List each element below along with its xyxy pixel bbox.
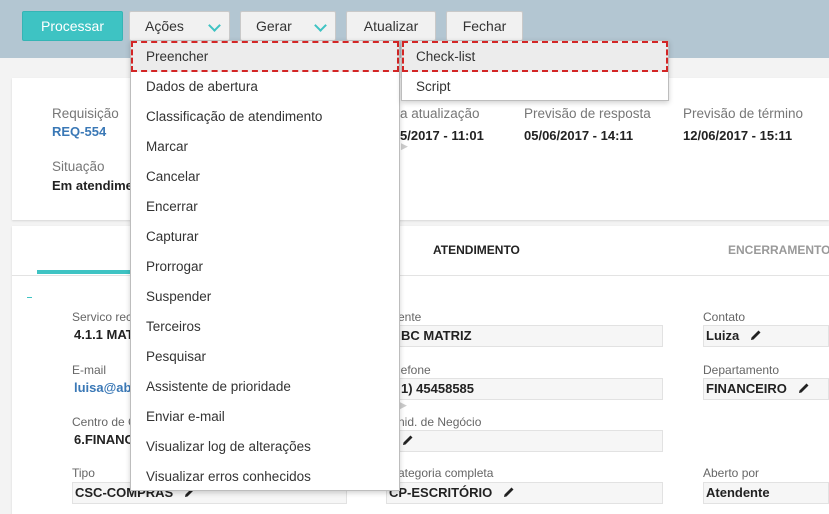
menu-item-classificacao[interactable]: Classificação de atendimento: [146, 109, 322, 124]
actions-label: Ações: [145, 18, 184, 34]
edit-pencil-icon[interactable]: [502, 485, 516, 499]
edit-pencil-icon[interactable]: [749, 328, 763, 342]
section-marker: [27, 297, 32, 298]
contato-field[interactable]: Luiza: [703, 325, 829, 347]
departamento-field[interactable]: FINANCEIRO: [703, 378, 829, 400]
categoria-field[interactable]: CP-ESCRITÓRIO: [386, 482, 663, 504]
update-button[interactable]: Atualizar: [346, 11, 436, 41]
cliente-label: ente: [398, 310, 422, 324]
edit-pencil-icon[interactable]: [797, 381, 811, 395]
aberto-por-field[interactable]: Atendente: [703, 482, 829, 504]
menu-item-marcar[interactable]: Marcar: [146, 139, 188, 154]
preencher-submenu: Check-list Script: [401, 40, 669, 101]
submenu-item-script[interactable]: Script: [416, 79, 451, 94]
close-button[interactable]: Fechar: [446, 11, 523, 41]
actions-menu: Preencher Dados de abertura Classificaçã…: [130, 40, 400, 491]
previsao-resposta-value: 05/06/2017 - 14:11: [524, 128, 634, 143]
edit-pencil-icon[interactable]: [401, 433, 415, 447]
departamento-value: FINANCEIRO: [706, 381, 787, 396]
menu-item-prorrogar[interactable]: Prorrogar: [146, 259, 203, 274]
menu-item-suspender[interactable]: Suspender: [146, 289, 211, 304]
chevron-down-icon: [208, 19, 221, 32]
servico-label: Servico rec: [72, 310, 133, 324]
situacao-label: Situação: [52, 159, 105, 174]
telefone-field[interactable]: 1) 45458585: [398, 378, 663, 400]
menu-item-dados-abertura[interactable]: Dados de abertura: [146, 79, 258, 94]
unid-negocio-field[interactable]: [398, 430, 663, 452]
menu-item-encerrar[interactable]: Encerrar: [146, 199, 198, 214]
chevron-right-icon: ▶: [400, 400, 407, 410]
requisicao-link[interactable]: REQ-554: [52, 124, 106, 139]
menu-item-terceiros[interactable]: Terceiros: [146, 319, 201, 334]
chevron-down-icon: [314, 19, 327, 32]
tipo-label: Tipo: [72, 466, 95, 480]
previsao-termino-value: 12/06/2017 - 15:11: [683, 128, 793, 143]
ultima-atualizacao-label: a atualização: [400, 106, 480, 121]
menu-item-enviar-email[interactable]: Enviar e-mail: [146, 409, 225, 424]
situacao-value: Em atendime: [52, 178, 133, 193]
cliente-field[interactable]: BC MATRIZ: [398, 325, 663, 347]
previsao-resposta-label: Previsão de resposta: [524, 106, 651, 121]
unid-negocio-label: nid. de Negócio: [398, 415, 482, 429]
aberto-por-label: Aberto por: [703, 466, 760, 480]
requisicao-label: Requisição: [52, 106, 119, 121]
menu-item-cancelar[interactable]: Cancelar: [146, 169, 200, 184]
ultima-atualizacao-value: 5/2017 - 11:01: [400, 128, 484, 143]
process-button[interactable]: Processar: [22, 11, 123, 41]
chevron-right-icon: ▶: [401, 141, 408, 151]
centro-label: Centro de C: [72, 415, 137, 429]
contato-label: Contato: [703, 310, 746, 324]
generate-dropdown-button[interactable]: Gerar: [240, 11, 336, 41]
actions-dropdown-button[interactable]: Ações: [129, 11, 230, 41]
menu-item-capturar[interactable]: Capturar: [146, 229, 199, 244]
centro-field[interactable]: 6.FINANC: [72, 430, 132, 452]
departamento-label: Departamento: [703, 363, 780, 377]
email-label: E-mail: [72, 363, 107, 377]
submenu-item-checklist[interactable]: Check-list: [416, 49, 475, 64]
menu-item-assistente-prioridade[interactable]: Assistente de prioridade: [146, 379, 291, 394]
categoria-label: ategoria completa: [398, 466, 494, 480]
contato-value: Luiza: [706, 328, 740, 343]
tab-encerramento[interactable]: ENCERRAMENTO: [728, 243, 829, 257]
menu-item-preencher[interactable]: Preencher: [146, 49, 208, 64]
menu-item-log-alteracoes[interactable]: Visualizar log de alterações: [146, 439, 311, 454]
email-field[interactable]: luisa@ab: [72, 378, 132, 400]
telefone-label: lefone: [398, 363, 431, 377]
tab-atendimento[interactable]: ATENDIMENTO: [433, 243, 520, 257]
categoria-value: CP-ESCRITÓRIO: [389, 485, 493, 500]
menu-item-erros-conhecidos[interactable]: Visualizar erros conhecidos: [146, 469, 311, 484]
previsao-termino-label: Previsão de término: [683, 106, 804, 121]
servico-field[interactable]: 4.1.1 MAT: [72, 325, 132, 347]
menu-item-pesquisar[interactable]: Pesquisar: [146, 349, 206, 364]
generate-label: Gerar: [256, 18, 292, 34]
